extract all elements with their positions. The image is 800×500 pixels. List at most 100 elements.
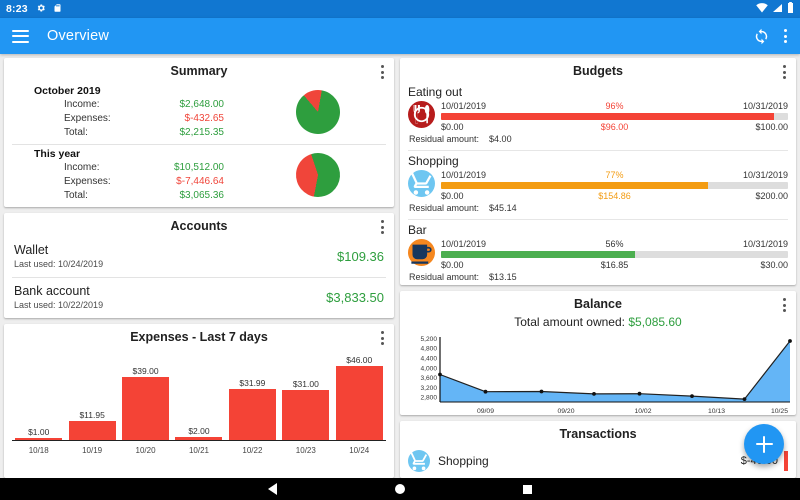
bar-item: $2.00 [172, 352, 225, 440]
left-column: Summary October 2019 Income: $2,648.00 E… [4, 58, 394, 478]
accounts-overflow-menu[interactable] [381, 219, 385, 235]
transactions-card: Transactions Shopping $-46.00 [400, 421, 796, 478]
budget-max: $100.00 [755, 122, 789, 132]
summary-year-income-label: Income: [64, 162, 100, 173]
budget-start-date: 10/01/2019 [441, 101, 487, 111]
account-last-used: Last used: 10/22/2019 [14, 300, 104, 310]
accounts-card-title-bar: Accounts [4, 213, 394, 237]
sync-icon[interactable] [753, 28, 770, 45]
bar-value-label: $39.00 [132, 366, 159, 377]
account-row-wallet[interactable]: Wallet Last used: 10/24/2019 $109.36 [4, 237, 394, 277]
android-nav-bar [0, 478, 800, 500]
balance-title: Balance [574, 297, 622, 311]
budget-progress-bar [441, 251, 788, 258]
right-column: Budgets Eating out 10/01/2019 96% 10/31/201… [400, 58, 796, 478]
svg-text:3,600: 3,600 [420, 375, 437, 382]
budgets-overflow-menu[interactable] [783, 64, 787, 80]
bar-item: $31.00 [279, 352, 332, 440]
bar-value-label: $31.99 [239, 377, 266, 388]
budget-percent: 96% [605, 101, 624, 111]
sd-card-icon [53, 3, 62, 16]
summary-total-label: Total: [64, 127, 88, 138]
bar-value-label: $11.95 [79, 409, 105, 420]
summary-overflow-menu[interactable] [381, 64, 385, 80]
bar-x-label: 10/19 [82, 446, 103, 455]
bar-x-label: 10/18 [28, 446, 49, 455]
budget-item[interactable]: Shopping 10/01/2019 77% 10/31/2019 $0.00 $154… [400, 151, 796, 216]
summary-year-income-value: $10,512.00 [173, 162, 224, 173]
bar-value-label: $46.00 [346, 355, 373, 365]
budget-spent: $96.00 [600, 122, 629, 132]
expenses-overflow-menu[interactable] [381, 330, 385, 346]
budget-min: $0.00 [441, 191, 464, 201]
budget-list: Eating out 10/01/2019 96% 10/31/2019 $0.00 $9… [400, 82, 796, 285]
gear-icon [36, 3, 46, 16]
budget-name: Shopping [408, 154, 459, 168]
summary-title: Summary [170, 64, 228, 78]
svg-text:5,200: 5,200 [420, 336, 437, 343]
budget-item[interactable]: Eating out 10/01/2019 96% 10/31/2019 $0.00 $9… [400, 82, 796, 147]
bar-chart-x-labels: 10/18 10/19 10/20 10/21 10/22 10/23 10/24 [12, 446, 386, 455]
summary-row-total: Total: $2,215.35 [12, 126, 296, 140]
summary-income-value: $2,648.00 [179, 99, 225, 110]
transaction-name: Shopping [438, 453, 489, 468]
budget-progress-bar [441, 182, 788, 189]
app-bar-overflow-menu[interactable] [784, 28, 788, 44]
add-transaction-fab[interactable] [744, 424, 784, 464]
bar-x-label: 10/22 [242, 446, 263, 455]
budget-residual: Residual amount: $4.00 [409, 134, 512, 144]
bar-x-label: 10/24 [349, 446, 370, 455]
balance-card: Balance Total amount owned: $5,085.60 2,… [400, 291, 796, 415]
budget-end-date: 10/31/2019 [742, 239, 789, 249]
balance-area-chart: 2,800 3,200 3,600 4,000 4,400 4,800 5,200 09/09… [404, 331, 792, 415]
svg-text:4,400: 4,400 [420, 355, 437, 362]
bar-series: $1.00 $11.95 $39.00 $2.00 $31.99 $31.00 $46.00 [12, 352, 386, 440]
svg-text:3,200: 3,200 [420, 385, 437, 392]
transaction-row[interactable]: Shopping $-46.00 [400, 445, 796, 478]
app-screen: 8:23 Overview Summary October 2019 Incom… [0, 0, 800, 500]
summary-row-expenses: Expenses: $-432.65 [12, 112, 296, 126]
summary-block-year: This year Income: $10,512.00 Expenses: $… [4, 145, 394, 207]
budget-percent: 56% [605, 239, 624, 249]
summary-pie-chart-year [290, 146, 346, 203]
transactions-card-title-bar: Transactions [400, 421, 796, 445]
budget-spent: $16.85 [600, 260, 629, 270]
back-icon[interactable] [268, 483, 277, 495]
svg-text:10/13: 10/13 [708, 408, 725, 415]
bar-item: $39.00 [119, 352, 172, 440]
summary-year-expenses-label: Expenses: [64, 176, 111, 187]
shopping-cart-icon [408, 170, 435, 197]
summary-card-title-bar: Summary [4, 58, 394, 82]
bar-value-label: $1.00 [28, 427, 50, 437]
summary-year-expenses-value: $-7,446.64 [176, 176, 224, 187]
budget-item[interactable]: Bar 10/01/2019 56% 10/31/2019 $0.00 $16.85 $30… [400, 220, 796, 285]
home-icon[interactable] [395, 484, 405, 494]
bar [228, 388, 276, 440]
balance-overflow-menu[interactable] [783, 297, 787, 313]
status-bar-clock: 8:23 [6, 3, 28, 15]
bar-item: $46.00 [333, 352, 386, 440]
budgets-title: Budgets [573, 64, 623, 78]
recents-icon[interactable] [523, 484, 532, 494]
summary-expenses-value: $-432.65 [184, 113, 224, 124]
summary-year-total-value: $3,065.36 [179, 190, 225, 201]
budgets-card-title-bar: Budgets [400, 58, 796, 82]
svg-text:4,000: 4,000 [420, 365, 437, 372]
budget-max: $30.00 [760, 260, 789, 270]
account-row-bank[interactable]: Bank account Last used: 10/22/2019 $3,83… [4, 278, 394, 318]
budget-progress-bar [441, 113, 788, 120]
page-title: Overview [47, 28, 110, 44]
account-balance: $3,833.50 [326, 290, 384, 305]
budget-residual: Residual amount: $13.15 [409, 272, 517, 282]
accounts-title: Accounts [170, 219, 228, 233]
shopping-icon [408, 450, 430, 472]
budgets-card: Budgets Eating out 10/01/2019 96% 10/31/201… [400, 58, 796, 285]
hamburger-icon[interactable] [12, 29, 29, 43]
summary-expenses-label: Expenses: [64, 113, 111, 124]
svg-text:09/20: 09/20 [557, 408, 574, 415]
dashboard-content: Summary October 2019 Income: $2,648.00 E… [0, 54, 800, 478]
bar [122, 377, 170, 440]
balance-subtitle-label: Total amount owned: [514, 315, 625, 329]
budget-end-date: 10/31/2019 [742, 101, 789, 111]
bar [335, 366, 383, 440]
